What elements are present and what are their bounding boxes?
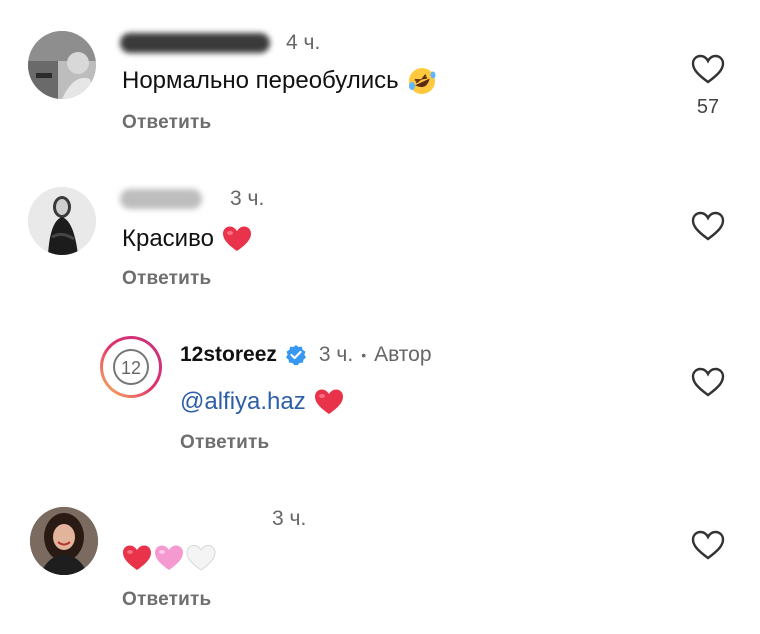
comment-text <box>122 543 216 573</box>
mention-link[interactable]: @alfiya.haz <box>180 388 306 416</box>
red-heart-emoji <box>314 387 344 417</box>
comment-header: 3 ч. <box>272 504 306 534</box>
comment-text: @alfiya.haz <box>180 387 344 417</box>
username[interactable]: 12storeez <box>180 343 277 367</box>
like-count: 57 <box>696 96 720 118</box>
white-heart-emoji <box>186 543 216 573</box>
comment-text: Нормально переобулись <box>122 66 437 96</box>
avatar[interactable]: 12 <box>100 336 162 398</box>
heart-icon[interactable] <box>691 367 725 397</box>
separator-dot: • <box>361 347 367 363</box>
comment-header: 4 ч. <box>120 28 320 58</box>
reply-button[interactable]: Ответить <box>122 112 211 134</box>
timestamp: 3 ч. <box>272 507 307 530</box>
rofl-emoji <box>407 66 437 96</box>
heart-icon[interactable] <box>691 211 725 241</box>
svg-text:12: 12 <box>121 358 141 378</box>
comment-header: 12storeez 3 ч. • Автор <box>180 340 432 370</box>
hidden-username <box>120 189 202 209</box>
comment-text: Красиво <box>122 224 252 254</box>
timestamp: 3 ч. <box>318 343 354 366</box>
avatar[interactable] <box>28 31 96 99</box>
hidden-username <box>120 33 270 53</box>
reply-button[interactable]: Ответить <box>180 432 269 454</box>
comment-header: 3 ч. <box>120 184 264 214</box>
verified-badge-icon <box>285 344 307 366</box>
red-heart-emoji <box>122 543 152 573</box>
author-label: Автор <box>374 343 432 366</box>
comment-body: Красиво <box>122 225 214 252</box>
heart-icon[interactable] <box>691 530 725 560</box>
timestamp: 4 ч. <box>286 31 321 54</box>
red-heart-emoji <box>222 224 252 254</box>
avatar[interactable] <box>30 507 98 575</box>
comment-body: Нормально переобулись <box>122 67 399 94</box>
reply-button[interactable]: Ответить <box>122 589 211 611</box>
reply-button[interactable]: Ответить <box>122 268 211 290</box>
heart-icon[interactable] <box>691 54 725 84</box>
pink-heart-emoji <box>154 543 184 573</box>
avatar[interactable] <box>28 187 96 255</box>
timestamp: 3 ч. <box>230 187 265 210</box>
